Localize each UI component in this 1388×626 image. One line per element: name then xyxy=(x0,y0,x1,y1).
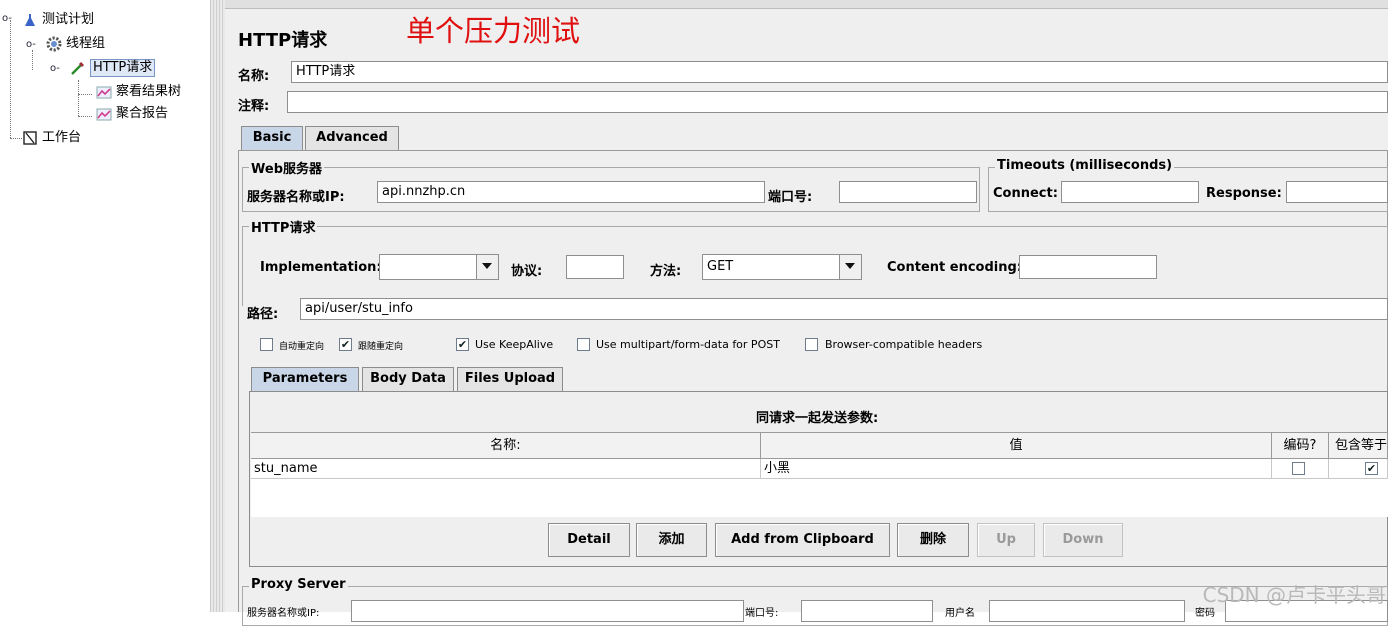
follow-redirect-label: 跟随重定向 xyxy=(358,342,404,352)
comment-label: 注释: xyxy=(238,99,270,114)
implementation-label: Implementation: xyxy=(260,260,382,275)
test-plan-tree: o- o- o- 测试计划 线程组 HTTP请求 察看结果树 聚合报告 工作台 xyxy=(0,0,210,612)
multipart-label: Use multipart/form-data for POST xyxy=(596,338,780,351)
port-label: 端口号: xyxy=(768,190,813,205)
watermark-text: CSDN @卢卡平头哥 xyxy=(1202,583,1386,607)
proxy-port-field[interactable] xyxy=(801,600,933,622)
tree-item-thread-group[interactable]: 线程组 xyxy=(46,34,105,54)
param-include-equals-cell: ✔ xyxy=(1329,459,1388,479)
tab-body-data[interactable]: Body Data xyxy=(362,367,454,391)
tree-item-test-plan[interactable]: 测试计划 xyxy=(22,10,94,30)
tab-basic[interactable]: Basic xyxy=(241,126,303,150)
browser-headers-label: Browser-compatible headers xyxy=(825,338,983,351)
tree-item-label: 聚合报告 xyxy=(116,106,169,121)
method-value: GET xyxy=(707,259,734,274)
param-value-cell[interactable]: 小黑 xyxy=(761,459,1272,479)
column-header-value[interactable]: 值 xyxy=(761,433,1272,459)
port-field[interactable] xyxy=(839,181,977,203)
chevron-down-icon[interactable] xyxy=(839,255,861,279)
server-label: 服务器名称或IP: xyxy=(247,190,345,205)
method-select[interactable]: GET xyxy=(702,254,862,280)
proxy-server-field[interactable] xyxy=(351,600,744,622)
path-field[interactable]: api/user/stu_info xyxy=(300,298,1388,320)
listener-chart-icon xyxy=(96,86,112,99)
column-header-include-equals[interactable]: 包含等于? xyxy=(1329,433,1388,459)
up-button[interactable]: Up xyxy=(977,523,1035,557)
tree-item-label: HTTP请求 xyxy=(90,59,156,77)
param-name-cell[interactable]: stu_name xyxy=(251,459,761,479)
delete-button[interactable]: 删除 xyxy=(897,523,969,557)
path-label: 路径: xyxy=(247,307,279,322)
gear-icon xyxy=(46,36,62,52)
multipart-checkbox[interactable] xyxy=(577,338,590,351)
response-timeout-field[interactable] xyxy=(1286,181,1388,203)
http-request-panel: HTTP请求 名称: HTTP请求 注释: Basic Advanced Web… xyxy=(225,0,1388,626)
method-label: 方法: xyxy=(650,264,682,279)
tree-item-http-request[interactable]: HTTP请求 xyxy=(70,58,156,78)
listener-chart-icon xyxy=(96,108,112,121)
tree-item-view-results-tree[interactable]: 察看结果树 xyxy=(96,82,181,102)
tree-connector xyxy=(78,80,79,116)
follow-redirect-checkbox[interactable]: ✔ xyxy=(339,338,352,351)
response-label: Response: xyxy=(1206,186,1282,201)
collapse-toggle-icon[interactable]: o- xyxy=(2,13,12,24)
proxy-server-group-title: Proxy Server xyxy=(249,577,348,592)
encode-checkbox[interactable] xyxy=(1292,462,1305,475)
tree-item-label: 工作台 xyxy=(42,130,82,145)
connect-label: Connect: xyxy=(993,186,1058,201)
browser-headers-checkbox[interactable] xyxy=(805,338,818,351)
tree-connector xyxy=(10,138,22,139)
tree-item-aggregate-report[interactable]: 聚合报告 xyxy=(96,104,168,124)
comment-field[interactable] xyxy=(287,91,1388,113)
pipette-icon xyxy=(71,61,85,75)
tab-parameters[interactable]: Parameters xyxy=(251,367,359,391)
timeouts-group-title: Timeouts (milliseconds) xyxy=(995,158,1175,173)
server-field[interactable]: api.nnzhp.cn xyxy=(377,181,765,203)
tree-connector xyxy=(32,50,33,70)
proxy-username-field[interactable] xyxy=(989,600,1185,622)
workbench-icon xyxy=(23,131,37,145)
page-title: HTTP请求 xyxy=(238,30,328,51)
annotation-text: 单个压力测试 xyxy=(406,14,581,48)
panel-top-bar xyxy=(225,0,1388,9)
tree-item-label: 测试计划 xyxy=(42,12,95,27)
down-button[interactable]: Down xyxy=(1043,523,1123,557)
content-encoding-field[interactable] xyxy=(1019,255,1157,279)
param-encode-cell xyxy=(1272,459,1329,479)
http-request-group-title: HTTP请求 xyxy=(249,217,318,236)
parameters-caption: 同请求一起发送参数: xyxy=(756,411,879,426)
include-equals-checkbox[interactable]: ✔ xyxy=(1365,462,1378,475)
tab-files-upload[interactable]: Files Upload xyxy=(457,367,563,391)
column-header-encode[interactable]: 编码? xyxy=(1272,433,1329,459)
tree-item-label: 察看结果树 xyxy=(116,84,182,99)
auto-redirect-label: 自动重定向 xyxy=(279,342,325,352)
column-header-name[interactable]: 名称: xyxy=(251,433,761,459)
keepalive-label: Use KeepAlive xyxy=(475,338,554,351)
auto-redirect-checkbox[interactable] xyxy=(260,338,273,351)
collapse-toggle-icon[interactable]: o- xyxy=(50,63,60,74)
collapse-toggle-icon[interactable]: o- xyxy=(26,39,36,50)
add-from-clipboard-button[interactable]: Add from Clipboard xyxy=(715,523,890,557)
tree-item-label: 线程组 xyxy=(66,36,106,51)
implementation-select[interactable] xyxy=(379,254,499,280)
keepalive-checkbox[interactable]: ✔ xyxy=(456,338,469,351)
protocol-field[interactable] xyxy=(566,255,624,279)
detail-button[interactable]: Detail xyxy=(548,523,630,557)
tree-connector xyxy=(78,116,92,117)
split-pane-divider[interactable] xyxy=(210,0,226,612)
name-field[interactable]: HTTP请求 xyxy=(291,61,1388,83)
name-label: 名称: xyxy=(238,69,270,84)
tree-connector xyxy=(10,20,11,138)
content-encoding-label: Content encoding: xyxy=(887,260,1022,275)
tree-item-workbench[interactable]: 工作台 xyxy=(22,128,81,148)
web-server-group-title: Web服务器 xyxy=(249,158,324,177)
test-plan-icon xyxy=(25,14,35,26)
tree-connector xyxy=(78,94,92,95)
chevron-down-icon[interactable] xyxy=(476,255,498,279)
protocol-label: 协议: xyxy=(511,264,543,279)
connect-timeout-field[interactable] xyxy=(1061,181,1199,203)
tab-advanced[interactable]: Advanced xyxy=(305,126,399,150)
add-button[interactable]: 添加 xyxy=(636,523,707,557)
